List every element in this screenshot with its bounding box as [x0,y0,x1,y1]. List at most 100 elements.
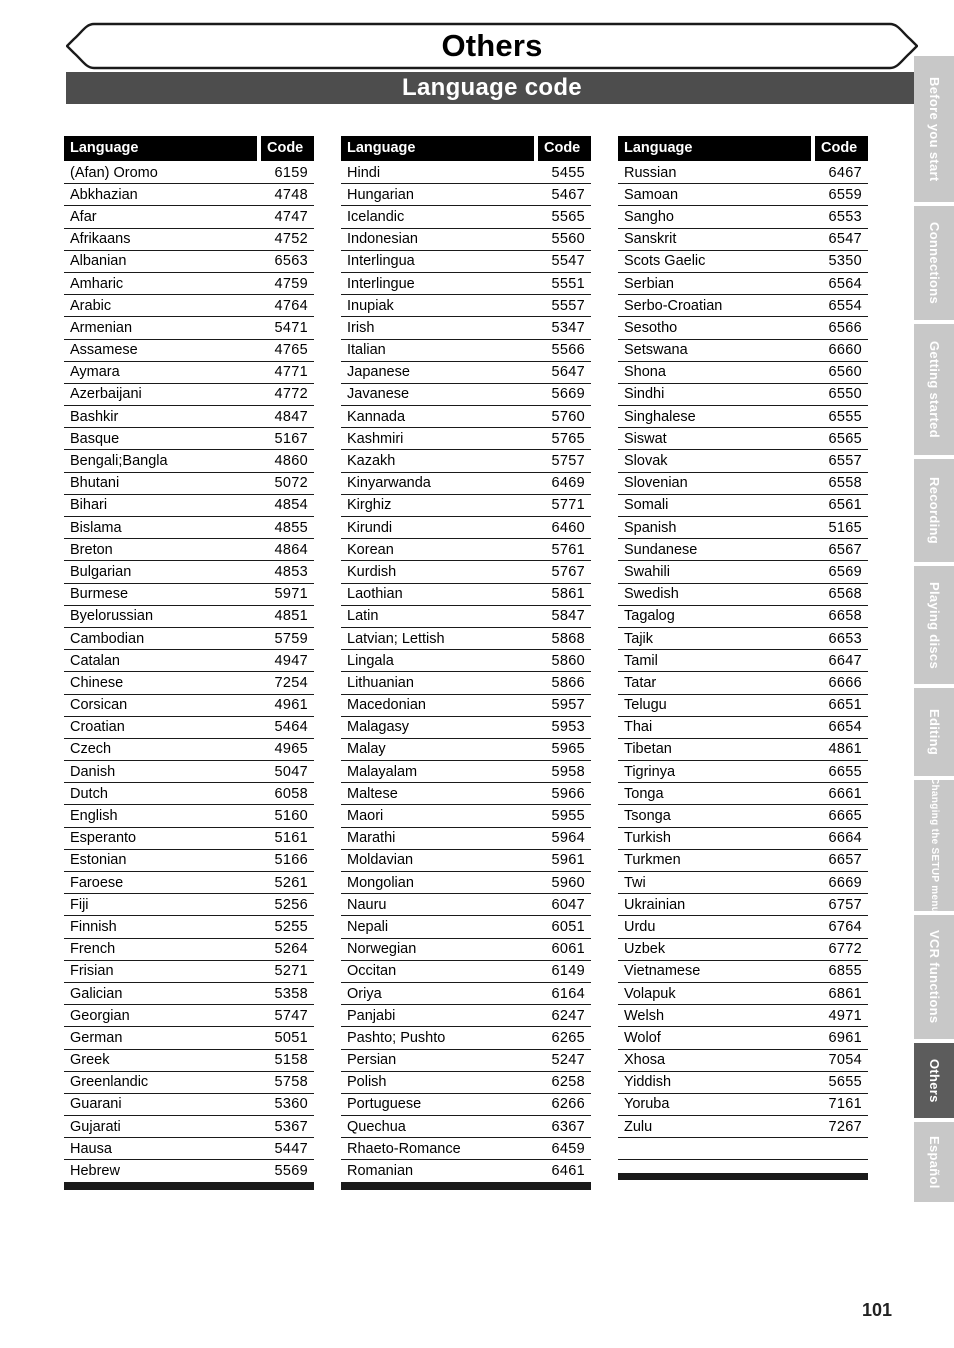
chapter-tab-changing-the-setup-menu[interactable]: Changing the SETUP menu [914,777,954,914]
language-code: 5957 [551,697,585,714]
table-row: Nepali 6051 [341,916,591,939]
chapter-tab-playing-discs[interactable]: Playing discs [914,566,954,684]
chapter-tab-editing[interactable]: Editing [914,688,954,776]
language-name: Sesotho [624,319,678,336]
language-name: Irish [347,319,375,336]
language-code: 6568 [828,586,862,603]
table-row: Lithuanian 5866 [341,672,591,695]
language-name: German [70,1029,123,1046]
language-code: 4847 [274,408,308,425]
column-header-language: Language [341,136,534,161]
language-code: 5759 [274,630,308,647]
language-name: Bulgarian [70,563,132,580]
language-name: Moldavian [347,852,414,869]
table-row: Albanian 6563 [64,251,314,273]
language-name: Turkish [624,830,671,847]
language-name: Tamil [624,652,658,669]
language-code: 5868 [551,630,585,647]
language-name: Bislama [70,519,122,536]
language-name: Galician [70,985,123,1002]
language-code: 5866 [551,674,585,691]
table-row: German 5051 [64,1027,314,1050]
language-code: 6567 [828,541,862,558]
language-name: Malayalam [347,763,418,780]
chapter-tab-espa-ol[interactable]: Español [914,1122,954,1202]
chapter-tab-before-you-start[interactable]: Before you start [914,56,954,202]
table-row: Sangho 6553 [618,206,868,229]
table-row: Guarani 5360 [64,1094,314,1117]
table-row: Polish 6258 [341,1072,591,1094]
table-row: Panjabi 6247 [341,1005,591,1028]
language-code: 7254 [274,674,308,691]
language-name: Twi [624,874,646,891]
table-row: Latvian; Lettish 5868 [341,628,591,651]
language-name: Malay [347,741,386,758]
table-row: Romanian 6461 [341,1160,591,1183]
table-row: Tajik 6653 [618,628,868,651]
table-row: Maori 5955 [341,805,591,828]
language-name: Shona [624,364,666,381]
chapter-tab-getting-started[interactable]: Getting started [914,324,954,455]
chapter-tab-vcr-functions[interactable]: VCR functions [914,915,954,1039]
table-row: Finnish 5255 [64,916,314,939]
language-name: Portuguese [347,1096,422,1113]
table-row: Catalan 4947 [64,650,314,673]
chapter-banner: Others [66,22,918,70]
language-code: 5160 [274,808,308,825]
table-row: Tsonga 6665 [618,805,868,828]
language-code: 5771 [551,497,585,514]
table-row: Corsican 4961 [64,695,314,717]
table-row: Assamese 4765 [64,340,314,362]
language-name: Laothian [347,586,403,603]
language-name: Hebrew [70,1163,120,1180]
language-name: Lithuanian [347,674,414,691]
language-code: 6557 [828,453,862,470]
language-code: 5557 [551,297,585,314]
language-name: Singhalese [624,408,696,425]
table-row: Afar 4747 [64,206,314,229]
language-code: 6051 [551,918,585,935]
language-name: Guarani [70,1096,122,1113]
table-row: Macedonian 5957 [341,695,591,717]
language-code: 6555 [828,408,862,425]
language-code-table: Language Code (Afan) Oromo 6159 Abkhazian 474… [64,136,314,1190]
language-name: Basque [70,430,120,447]
language-code: 5569 [274,1163,308,1180]
language-name: Turkmen [624,852,681,869]
language-name: Kurdish [347,563,397,580]
language-name: Nepali [347,918,389,935]
table-row: Azerbaijani 4772 [64,384,314,407]
language-code: 5551 [551,275,585,292]
language-code: 6669 [828,874,862,891]
table-row: Bashkir 4847 [64,406,314,429]
table-row: Turkmen 6657 [618,850,868,872]
language-code: 6265 [551,1029,585,1046]
language-code: 6459 [551,1140,585,1157]
language-code: 5166 [274,852,308,869]
table-header-row: Language Code [64,136,314,161]
language-code: 6560 [828,364,862,381]
language-code: 5847 [551,608,585,625]
table-row: Interlingua 5547 [341,251,591,273]
language-name: Chinese [70,674,124,691]
language-name: Nauru [347,896,387,913]
page-title: Others [441,28,543,63]
language-name: Sundanese [624,541,698,558]
language-name: Samoan [624,186,679,203]
language-code: 5358 [274,985,308,1002]
table-row: (Afan) Oromo 6159 [64,162,314,185]
chapter-tab-connections[interactable]: Connections [914,206,954,320]
language-name: Polish [347,1074,387,1091]
table-row: Basque 5167 [64,428,314,451]
language-name: Gujarati [70,1118,121,1135]
table-row: Swedish 6568 [618,584,868,606]
chapter-tab-label: Editing [927,708,942,756]
chapter-tab-recording[interactable]: Recording [914,459,954,562]
table-row: Latin 5847 [341,606,591,628]
table-row: Scots Gaelic 5350 [618,251,868,273]
language-name: Wolof [624,1029,661,1046]
table-row: French 5264 [64,939,314,961]
chapter-tab-others[interactable]: Others [914,1043,954,1118]
language-name: Interlingua [347,253,415,270]
table-row: Vietnamese 6855 [618,961,868,983]
